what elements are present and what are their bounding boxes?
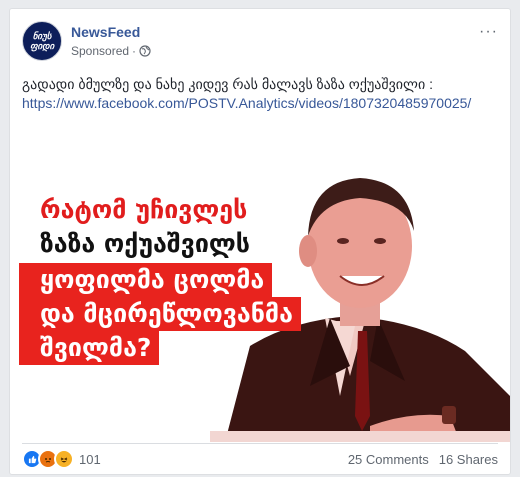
avatar[interactable]: ნიუს ფიდი (22, 21, 62, 61)
post-link[interactable]: https://www.facebook.com/POSTV.Analytics… (22, 94, 502, 113)
avatar-text-bottom: ფიდი (29, 41, 55, 51)
haha-icon (54, 449, 74, 469)
post-footer: 101 25 Comments 16 Shares (10, 443, 510, 474)
headline-line-3: ყოფილმა ცოლმა (19, 263, 273, 297)
post-card: ნიუს ფიდი NewsFeed Sponsored · ··· გადად… (9, 8, 511, 475)
sponsored-label[interactable]: Sponsored (71, 44, 129, 58)
headline-line-2: ზაზა ოქუაშვილს (40, 229, 250, 258)
globe-icon (139, 45, 151, 57)
post-header: ნიუს ფიდი NewsFeed Sponsored · ··· (10, 9, 510, 69)
sponsored-row: Sponsored · (71, 44, 151, 58)
shares-count-link[interactable]: 16 Shares (439, 452, 498, 467)
post-body: გადადი ბმულზე და ნახე კიდევ რას მალავს ზ… (22, 75, 502, 113)
engagement-stats: 25 Comments 16 Shares (348, 452, 498, 467)
reaction-count: 101 (79, 451, 101, 467)
comments-count-link[interactable]: 25 Comments (348, 452, 429, 467)
headline-line-5: შვილმა? (19, 331, 160, 365)
page-name-link[interactable]: NewsFeed (71, 24, 140, 40)
more-options-icon[interactable]: ··· (479, 23, 498, 41)
post-image[interactable]: რატომ უჩივლეს ზაზა ოქუაშვილს ყოფილმა ცოლ… (10, 126, 510, 442)
headline-line-1: რატომ უჩივლეს (40, 195, 248, 224)
footer-divider (22, 443, 498, 444)
avatar-text-top: ნიუს (32, 31, 52, 41)
headline-line-4: და მცირეწლოვანმა (19, 297, 301, 331)
post-text: გადადი ბმულზე და ნახე კიდევ რას მალავს ზ… (22, 76, 433, 92)
reactions-summary[interactable]: 101 (22, 449, 101, 469)
